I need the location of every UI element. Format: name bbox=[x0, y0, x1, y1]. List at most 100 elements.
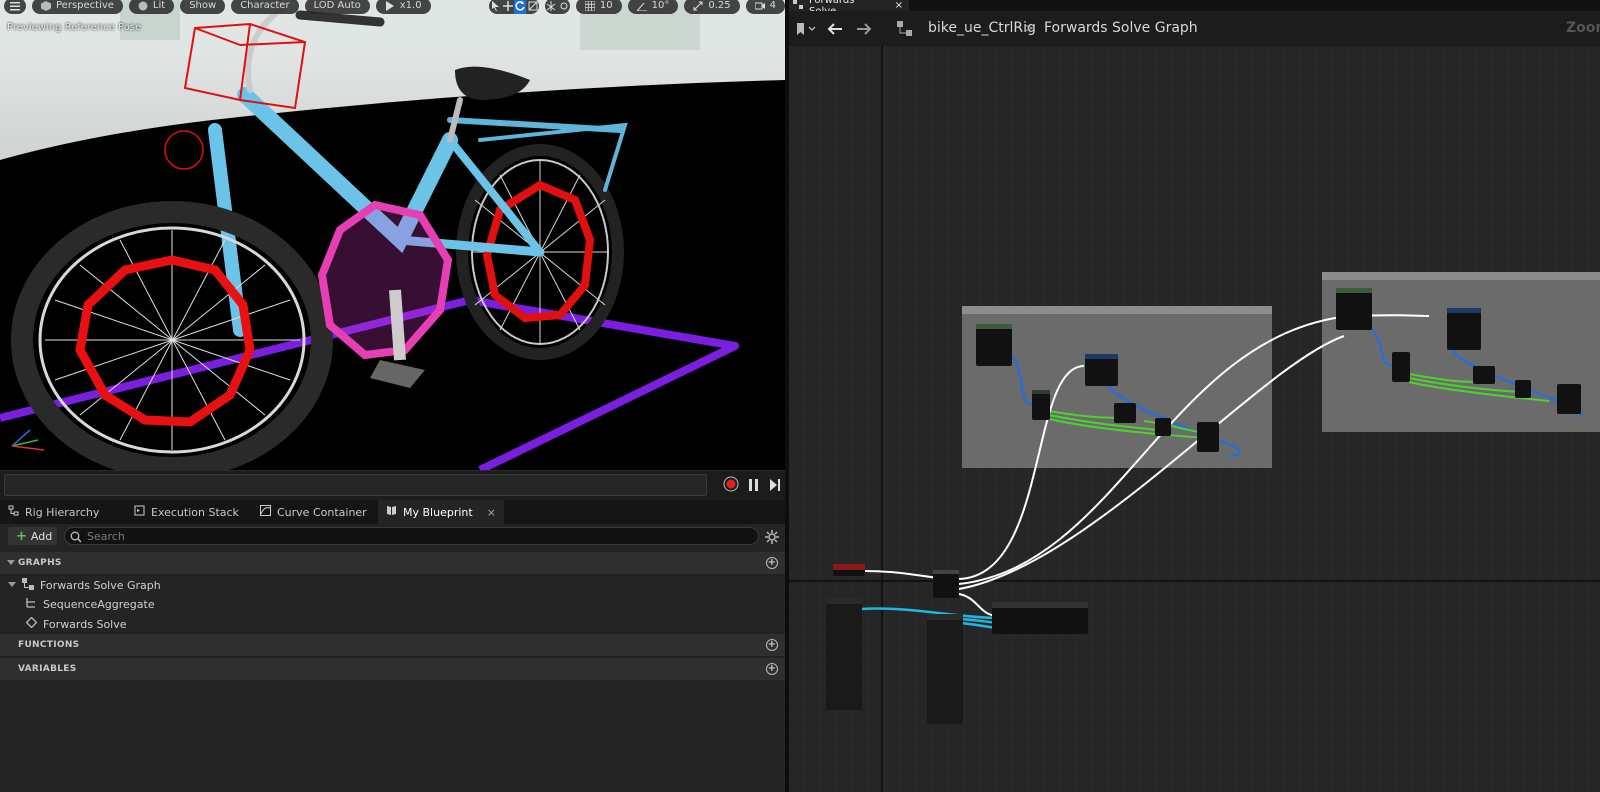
playback-speed-label: x1.0 bbox=[399, 0, 422, 11]
plus-icon: + bbox=[16, 528, 27, 544]
playback-speed-button[interactable]: x1.0 bbox=[375, 0, 431, 14]
breadcrumb-control-rig[interactable]: bike_ue_CtrlRig bbox=[928, 20, 1036, 36]
camera-speed-label: 4 bbox=[769, 0, 777, 11]
rotate-mode-icon[interactable] bbox=[513, 0, 527, 14]
graph-node[interactable] bbox=[1155, 418, 1171, 436]
tab-rig-hierarchy[interactable]: Rig Hierarchy bbox=[0, 500, 126, 524]
tab-curve-container[interactable]: Curve Container bbox=[252, 500, 378, 524]
tree-item-sequence-aggregate[interactable]: SequenceAggregate bbox=[26, 594, 155, 614]
perspective-button[interactable]: Perspective bbox=[32, 0, 123, 14]
grid-snap-button[interactable]: 10 bbox=[575, 0, 622, 14]
graph-node[interactable] bbox=[992, 602, 1088, 634]
add-function-icon[interactable]: + bbox=[766, 639, 778, 651]
graph-node[interactable] bbox=[1557, 384, 1581, 414]
world-space-icon[interactable] bbox=[545, 0, 558, 14]
hamburger-icon bbox=[10, 1, 20, 11]
surface-snap-icon[interactable] bbox=[557, 0, 570, 14]
grid-snap-label: 10 bbox=[599, 0, 613, 11]
lit-button[interactable]: Lit bbox=[128, 0, 175, 14]
translate-mode-icon[interactable] bbox=[501, 0, 514, 14]
sequence-icon bbox=[26, 597, 37, 611]
close-tab-button[interactable]: × bbox=[487, 506, 496, 519]
record-button[interactable] bbox=[723, 476, 739, 494]
graph-node[interactable] bbox=[1197, 422, 1219, 452]
my-blueprint-panel: GRAPHS + Forwards Solve Graph SequenceAg… bbox=[0, 548, 785, 792]
section-label: GRAPHS bbox=[18, 558, 62, 568]
graph-node[interactable] bbox=[976, 324, 1012, 366]
close-tab-button[interactable]: × bbox=[895, 0, 903, 11]
lod-button[interactable]: LOD Auto bbox=[304, 0, 370, 14]
graph-node[interactable] bbox=[1392, 352, 1410, 382]
tree-item-label: SequenceAggregate bbox=[43, 597, 155, 611]
angle-snap-button[interactable]: 10° bbox=[627, 0, 679, 14]
tab-execution-stack[interactable]: Execution Stack bbox=[126, 500, 252, 524]
graph-node[interactable] bbox=[1085, 354, 1118, 386]
tab-label: Curve Container bbox=[277, 505, 367, 519]
tree-item-forwards-solve-graph[interactable]: Forwards Solve Graph bbox=[8, 575, 161, 595]
crank-control[interactable] bbox=[317, 200, 453, 360]
viewport-scene[interactable] bbox=[0, 0, 785, 470]
section-graphs[interactable]: GRAPHS + bbox=[0, 552, 785, 574]
graph-canvas[interactable] bbox=[789, 46, 1600, 792]
sequence-node[interactable] bbox=[933, 570, 959, 598]
graph-node[interactable] bbox=[1336, 288, 1372, 330]
breadcrumb-graph[interactable]: Forwards Solve Graph bbox=[1044, 20, 1198, 36]
graph-node[interactable] bbox=[927, 614, 963, 724]
perspective-label: Perspective bbox=[56, 0, 114, 11]
select-mode-icon[interactable] bbox=[489, 0, 502, 14]
viewport-toolbar: Perspective Lit Show Character LOD Auto … bbox=[0, 0, 785, 15]
viewport[interactable]: Perspective Lit Show Character LOD Auto … bbox=[0, 0, 785, 470]
graph-node[interactable] bbox=[1032, 390, 1050, 420]
timeline-track[interactable] bbox=[4, 474, 707, 496]
camera-icon bbox=[754, 1, 765, 11]
character-button[interactable]: Character bbox=[231, 0, 299, 14]
viewport-menu-button[interactable] bbox=[4, 0, 26, 14]
show-label: Show bbox=[189, 0, 217, 11]
add-button[interactable]: + Add bbox=[8, 527, 57, 545]
pause-button[interactable] bbox=[746, 478, 762, 494]
add-variable-icon[interactable]: + bbox=[766, 663, 778, 675]
graph-node[interactable] bbox=[1114, 403, 1136, 423]
add-graph-icon[interactable]: + bbox=[766, 557, 778, 569]
scale-snap-button[interactable]: 0.25 bbox=[684, 0, 740, 14]
graph-node[interactable] bbox=[1447, 308, 1481, 350]
show-button[interactable]: Show bbox=[180, 0, 226, 14]
tab-label: Rig Hierarchy bbox=[25, 505, 100, 519]
graph-type-icon bbox=[897, 21, 913, 41]
graph-node[interactable] bbox=[1473, 366, 1495, 384]
node-graph[interactable] bbox=[789, 46, 1600, 792]
panel-tab-bar: Rig Hierarchy Execution Stack Curve Cont… bbox=[0, 500, 785, 524]
search-icon bbox=[70, 531, 82, 546]
tab-my-blueprint[interactable]: My Blueprint × bbox=[378, 500, 504, 524]
transform-mode-group bbox=[488, 0, 539, 14]
step-forward-icon bbox=[769, 477, 781, 496]
camera-speed-button[interactable]: 4 bbox=[745, 0, 785, 14]
scale-mode-icon[interactable] bbox=[526, 0, 539, 14]
forward-arrow-icon[interactable] bbox=[856, 21, 872, 40]
section-label: FUNCTIONS bbox=[18, 640, 80, 650]
coordinate-space-group bbox=[544, 0, 570, 14]
character-label: Character bbox=[240, 0, 290, 11]
section-variables[interactable]: VARIABLES + bbox=[0, 658, 785, 680]
curve-icon bbox=[260, 505, 271, 519]
bookmark-dropdown[interactable] bbox=[795, 21, 817, 40]
add-label: Add bbox=[30, 529, 53, 543]
back-arrow-icon[interactable] bbox=[827, 21, 843, 40]
event-node[interactable] bbox=[833, 564, 865, 576]
tree-item-forwards-solve[interactable]: Forwards Solve bbox=[25, 614, 127, 634]
axis-gizmo bbox=[11, 429, 45, 451]
graph-editor-tab[interactable]: Forwards Solve... × bbox=[789, 0, 909, 17]
step-forward-button[interactable] bbox=[767, 478, 783, 494]
my-blueprint-toolbar: + Add Search bbox=[0, 524, 785, 548]
search-input[interactable]: Search bbox=[64, 527, 759, 545]
graph-node[interactable] bbox=[826, 598, 862, 710]
gear-icon[interactable] bbox=[765, 529, 779, 548]
lit-label: Lit bbox=[152, 0, 166, 11]
handle-control[interactable] bbox=[164, 130, 204, 170]
tree-item-label: Forwards Solve bbox=[43, 617, 127, 631]
angle-icon bbox=[636, 1, 647, 11]
front-wheel bbox=[11, 201, 333, 470]
section-functions[interactable]: FUNCTIONS + bbox=[0, 634, 785, 656]
graph-node[interactable] bbox=[1515, 380, 1531, 398]
tab-label: My Blueprint bbox=[403, 505, 473, 519]
